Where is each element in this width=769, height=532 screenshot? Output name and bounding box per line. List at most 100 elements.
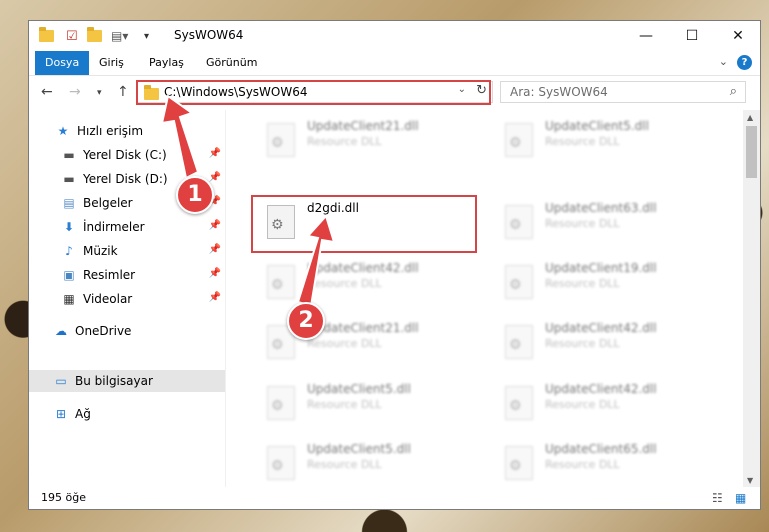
sidebar-item-label: İndirmeler xyxy=(83,220,145,234)
file-name: UpdateClient5.dll xyxy=(307,382,411,396)
file-type: Resource DLL xyxy=(307,398,382,411)
tab-dosya[interactable]: Dosya xyxy=(35,51,90,75)
pin-icon[interactable]: 📌 xyxy=(209,172,221,183)
pin-icon[interactable]: 📌 xyxy=(209,220,221,231)
gear-icon: ⚙ xyxy=(271,337,284,353)
gear-icon: ⚙ xyxy=(509,337,522,353)
gear-icon: ⚙ xyxy=(271,277,284,293)
maximize-button[interactable]: ☐ xyxy=(669,21,715,51)
file-name: UpdateClient5.dll xyxy=(307,442,411,456)
item-count: 195 öğe xyxy=(41,491,86,504)
toolbar-dropdown-icon[interactable]: ▾ xyxy=(144,27,149,45)
file-name: UpdateClient65.dll xyxy=(545,442,657,456)
file-item[interactable]: ⚙ UpdateClient21.dll Resource DLL xyxy=(249,115,479,165)
sidebar-item-label: Müzik xyxy=(83,244,118,258)
file-name: UpdateClient42.dll xyxy=(545,382,657,396)
drive-icon: ▬ xyxy=(63,148,75,162)
file-item[interactable]: ⚙ UpdateClient5.dll Resource DLL xyxy=(249,438,479,488)
quick-access-toolbar xyxy=(39,27,54,45)
customize-toolbar-icon[interactable]: ▤▾ xyxy=(111,27,128,45)
back-arrow-icon[interactable]: ← xyxy=(41,84,53,100)
sidebar-item-music[interactable]: ♪ Müzik 📌 xyxy=(29,240,225,262)
step-badge-2: 2 xyxy=(287,302,325,340)
status-bar: 195 öğe ☷ ▦ xyxy=(29,487,760,509)
file-name: UpdateClient19.dll xyxy=(545,261,657,275)
scroll-down-icon[interactable]: ▼ xyxy=(747,476,753,485)
file-name: UpdateClient42.dll xyxy=(545,321,657,335)
navigation-bar: ← → ▾ ↑ C:\Windows\SysWOW64 ⌄ ↻ Ara: Sys… xyxy=(29,76,760,110)
file-type: Resource DLL xyxy=(545,277,620,290)
file-item[interactable]: ⚙ UpdateClient5.dll Resource DLL xyxy=(487,115,717,165)
pin-icon[interactable]: 📌 xyxy=(209,268,221,279)
file-item[interactable]: ⚙ UpdateClient19.dll Resource DLL xyxy=(487,257,717,307)
properties-icon[interactable]: ☑ xyxy=(66,27,78,45)
computer-icon: ▭ xyxy=(55,374,67,388)
tab-paylas[interactable]: Paylaş xyxy=(139,51,194,75)
sidebar-item-videos[interactable]: ▦ Videolar 📌 xyxy=(29,288,225,310)
file-name: UpdateClient5.dll xyxy=(545,119,649,133)
forward-arrow-icon[interactable]: → xyxy=(69,84,81,100)
file-item-d2gdi[interactable]: ⚙ d2gdi.dll xyxy=(249,197,479,247)
sidebar-item-this-pc[interactable]: ▭ Bu bilgisayar xyxy=(29,370,225,392)
pane-divider[interactable] xyxy=(225,110,226,488)
sidebar-item-label: Resimler xyxy=(83,268,136,282)
sidebar-item-label: OneDrive xyxy=(75,324,132,338)
address-bar[interactable]: C:\Windows\SysWOW64 ⌄ ↻ xyxy=(137,81,493,103)
gear-icon: ⚙ xyxy=(271,135,284,151)
sidebar-item-disk-c[interactable]: ▬ Yerel Disk (C:) 📌 xyxy=(29,144,225,166)
file-item[interactable]: ⚙ UpdateClient21.dll Resource DLL xyxy=(249,317,479,367)
file-type: Resource DLL xyxy=(307,277,382,290)
expand-ribbon-icon[interactable]: ⌄ xyxy=(719,55,728,68)
sidebar-item-label: Belgeler xyxy=(83,196,133,210)
up-arrow-icon[interactable]: ↑ xyxy=(117,84,129,100)
file-name: d2gdi.dll xyxy=(307,201,359,215)
close-button[interactable]: ✕ xyxy=(715,21,760,51)
file-item[interactable]: ⚙ UpdateClient5.dll Resource DLL xyxy=(249,378,479,428)
navigation-pane: ★ Hızlı erişim ▬ Yerel Disk (C:) 📌 ▬ Yer… xyxy=(29,110,225,488)
pin-icon[interactable]: 📌 xyxy=(209,148,221,159)
refresh-icon[interactable]: ↻ xyxy=(476,83,487,98)
star-icon: ★ xyxy=(57,124,69,138)
recent-locations-icon[interactable]: ▾ xyxy=(97,88,102,98)
pin-icon[interactable]: 📌 xyxy=(209,292,221,303)
tab-gorunum[interactable]: Görünüm xyxy=(196,51,267,75)
search-icon[interactable]: ⌕ xyxy=(730,84,737,99)
pin-icon[interactable]: 📌 xyxy=(209,244,221,255)
help-icon[interactable]: ? xyxy=(737,55,752,70)
minimize-button[interactable]: — xyxy=(623,21,669,51)
sidebar-item-network[interactable]: ⊞ Ağ xyxy=(29,403,225,425)
gear-icon: ⚙ xyxy=(271,217,284,233)
file-item[interactable]: ⚙ UpdateClient65.dll Resource DLL xyxy=(487,438,717,488)
download-icon: ⬇ xyxy=(63,220,75,234)
file-type: Resource DLL xyxy=(307,337,382,350)
window-title: SysWOW64 xyxy=(174,28,244,42)
sidebar-item-pictures[interactable]: ▣ Resimler 📌 xyxy=(29,264,225,286)
gear-icon: ⚙ xyxy=(509,277,522,293)
scrollbar-thumb[interactable] xyxy=(746,126,757,178)
file-item[interactable]: ⚙ UpdateClient42.dll Resource DLL xyxy=(487,378,717,428)
sidebar-item-label: Ağ xyxy=(75,407,91,421)
file-name: UpdateClient21.dll xyxy=(307,119,419,133)
details-view-icon[interactable]: ☷ xyxy=(712,491,723,505)
address-dropdown-icon[interactable]: ⌄ xyxy=(458,84,466,95)
new-folder-icon[interactable] xyxy=(87,27,102,45)
scroll-up-icon[interactable]: ▲ xyxy=(747,113,753,122)
documents-icon: ▤ xyxy=(63,196,75,210)
cloud-icon: ☁ xyxy=(55,324,67,338)
file-item[interactable]: ⚙ UpdateClient63.dll Resource DLL xyxy=(487,197,717,247)
pictures-icon: ▣ xyxy=(63,268,75,282)
file-type: Resource DLL xyxy=(545,398,620,411)
tab-giris[interactable]: Giriş xyxy=(89,51,134,75)
drive-icon: ▬ xyxy=(63,172,75,186)
sidebar-item-quick-access[interactable]: ★ Hızlı erişim xyxy=(29,120,225,142)
gear-icon: ⚙ xyxy=(509,135,522,151)
file-item[interactable]: ⚙ UpdateClient42.dll Resource DLL xyxy=(487,317,717,367)
file-item[interactable]: ⚙ UpdateClient42.dll Resource DLL xyxy=(249,257,479,307)
large-icons-view-icon[interactable]: ▦ xyxy=(735,491,746,505)
search-input[interactable]: Ara: SysWOW64 ⌕ xyxy=(500,81,746,103)
video-icon: ▦ xyxy=(63,292,75,306)
sidebar-item-downloads[interactable]: ⬇ İndirmeler 📌 xyxy=(29,216,225,238)
sidebar-item-onedrive[interactable]: ☁ OneDrive xyxy=(29,320,225,342)
address-path[interactable]: C:\Windows\SysWOW64 xyxy=(164,85,308,99)
vertical-scrollbar[interactable]: ▲ ▼ xyxy=(743,110,760,488)
